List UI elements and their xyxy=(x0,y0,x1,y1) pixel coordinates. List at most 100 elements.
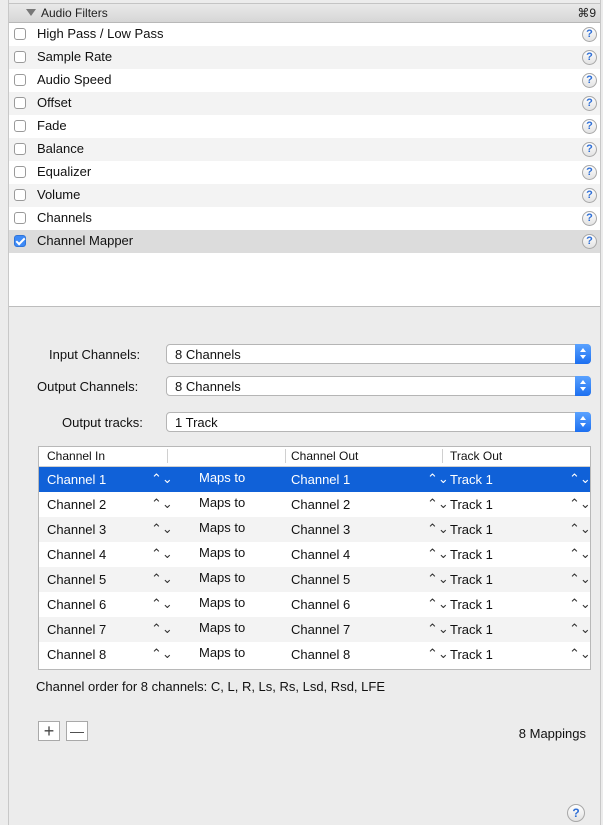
track-out-cell[interactable]: Track 1 xyxy=(450,547,493,562)
channel-out-cell[interactable]: Channel 8 xyxy=(291,647,350,662)
filter-row-channels[interactable]: Channels ? xyxy=(9,207,600,230)
filter-row-volume[interactable]: Volume ? xyxy=(9,184,600,207)
channel-out-cell[interactable]: Channel 7 xyxy=(291,622,350,637)
stepper-icon[interactable]: ⌃⌄ xyxy=(151,596,173,612)
channel-in-cell[interactable]: Channel 1 xyxy=(47,472,106,487)
stepper-icon[interactable]: ⌃⌄ xyxy=(427,646,449,662)
stepper-icon[interactable]: ⌃⌄ xyxy=(569,546,591,562)
stepper-icon[interactable]: ⌃⌄ xyxy=(427,546,449,562)
channel-in-cell[interactable]: Channel 6 xyxy=(47,597,106,612)
checkbox[interactable] xyxy=(14,143,26,155)
stepper-icon[interactable]: ⌃⌄ xyxy=(569,596,591,612)
channel-out-cell[interactable]: Channel 4 xyxy=(291,547,350,562)
stepper-icon[interactable]: ⌃⌄ xyxy=(427,521,449,537)
disclosure-triangle-icon[interactable] xyxy=(26,9,36,16)
help-icon[interactable]: ? xyxy=(567,804,585,822)
table-row[interactable]: Channel 6 ⌃⌄ Maps to Channel 6 ⌃⌄ Track … xyxy=(39,592,591,617)
stepper-icon[interactable]: ⌃⌄ xyxy=(427,621,449,637)
stepper-icon[interactable]: ⌃⌄ xyxy=(427,471,449,487)
checkbox-checked[interactable] xyxy=(14,235,26,247)
stepper-icon[interactable]: ⌃⌄ xyxy=(569,496,591,512)
track-out-cell[interactable]: Track 1 xyxy=(450,622,493,637)
remove-mapping-button[interactable]: — xyxy=(66,721,88,741)
track-out-cell[interactable]: Track 1 xyxy=(450,472,493,487)
checkbox[interactable] xyxy=(14,74,26,86)
stepper-icon[interactable]: ⌃⌄ xyxy=(427,496,449,512)
checkbox[interactable] xyxy=(14,28,26,40)
help-icon[interactable]: ? xyxy=(582,96,597,111)
filter-row-offset[interactable]: Offset ? xyxy=(9,92,600,115)
help-icon[interactable]: ? xyxy=(582,27,597,42)
filter-row-high-pass[interactable]: High Pass / Low Pass ? xyxy=(9,23,600,46)
maps-to-label: Maps to xyxy=(199,545,246,560)
filter-row-fade[interactable]: Fade ? xyxy=(9,115,600,138)
checkbox[interactable] xyxy=(14,120,26,132)
track-out-cell[interactable]: Track 1 xyxy=(450,572,493,587)
checkbox[interactable] xyxy=(14,166,26,178)
table-row[interactable]: Channel 8 ⌃⌄ Maps to Channel 8 ⌃⌄ Track … xyxy=(39,642,591,667)
track-out-cell[interactable]: Track 1 xyxy=(450,522,493,537)
channel-out-cell[interactable]: Channel 2 xyxy=(291,497,350,512)
stepper-icon[interactable]: ⌃⌄ xyxy=(151,621,173,637)
stepper-icon[interactable]: ⌃⌄ xyxy=(569,646,591,662)
output-channels-popup[interactable]: 8 Channels xyxy=(166,376,591,396)
table-row[interactable]: Channel 4 ⌃⌄ Maps to Channel 4 ⌃⌄ Track … xyxy=(39,542,591,567)
help-icon[interactable]: ? xyxy=(582,73,597,88)
stepper-icon[interactable]: ⌃⌄ xyxy=(569,521,591,537)
help-icon[interactable]: ? xyxy=(582,165,597,180)
track-out-cell[interactable]: Track 1 xyxy=(450,497,493,512)
filter-row-audio-speed[interactable]: Audio Speed ? xyxy=(9,69,600,92)
filter-row-equalizer[interactable]: Equalizer ? xyxy=(9,161,600,184)
stepper-icon[interactable]: ⌃⌄ xyxy=(151,521,173,537)
channel-out-cell[interactable]: Channel 5 xyxy=(291,572,350,587)
stepper-icon[interactable]: ⌃⌄ xyxy=(427,596,449,612)
channel-in-cell[interactable]: Channel 4 xyxy=(47,547,106,562)
channel-mapping-table: Channel In Channel Out Track Out Channel… xyxy=(38,446,591,670)
table-row[interactable]: Channel 5 ⌃⌄ Maps to Channel 5 ⌃⌄ Track … xyxy=(39,567,591,592)
table-row[interactable]: Channel 1 ⌃⌄ Maps to Channel 1 ⌃⌄ Track … xyxy=(39,467,591,492)
checkbox[interactable] xyxy=(14,97,26,109)
filter-label: Volume xyxy=(37,187,81,202)
stepper-icon[interactable]: ⌃⌄ xyxy=(427,571,449,587)
output-tracks-popup[interactable]: 1 Track xyxy=(166,412,591,432)
stepper-icon[interactable]: ⌃⌄ xyxy=(151,496,173,512)
channel-in-cell[interactable]: Channel 8 xyxy=(47,647,106,662)
header-channel-in[interactable]: Channel In xyxy=(47,449,105,463)
help-icon[interactable]: ? xyxy=(582,188,597,203)
track-out-cell[interactable]: Track 1 xyxy=(450,597,493,612)
add-mapping-button[interactable]: + xyxy=(38,721,60,741)
section-header[interactable]: Audio Filters ⌘9 xyxy=(9,3,600,23)
header-track-out[interactable]: Track Out xyxy=(450,449,502,463)
table-row[interactable]: Channel 7 ⌃⌄ Maps to Channel 7 ⌃⌄ Track … xyxy=(39,617,591,642)
stepper-icon[interactable]: ⌃⌄ xyxy=(569,621,591,637)
channel-in-cell[interactable]: Channel 2 xyxy=(47,497,106,512)
stepper-icon[interactable]: ⌃⌄ xyxy=(151,471,173,487)
channel-in-cell[interactable]: Channel 7 xyxy=(47,622,106,637)
checkbox[interactable] xyxy=(14,189,26,201)
stepper-icon[interactable]: ⌃⌄ xyxy=(151,646,173,662)
header-channel-out[interactable]: Channel Out xyxy=(291,449,358,463)
filter-row-balance[interactable]: Balance ? xyxy=(9,138,600,161)
help-icon[interactable]: ? xyxy=(582,119,597,134)
channel-in-cell[interactable]: Channel 5 xyxy=(47,572,106,587)
channel-in-cell[interactable]: Channel 3 xyxy=(47,522,106,537)
checkbox[interactable] xyxy=(14,212,26,224)
checkbox[interactable] xyxy=(14,51,26,63)
track-out-cell[interactable]: Track 1 xyxy=(450,647,493,662)
help-icon[interactable]: ? xyxy=(582,211,597,226)
stepper-icon[interactable]: ⌃⌄ xyxy=(569,571,591,587)
table-row[interactable]: Channel 3 ⌃⌄ Maps to Channel 3 ⌃⌄ Track … xyxy=(39,517,591,542)
help-icon[interactable]: ? xyxy=(582,142,597,157)
channel-out-cell[interactable]: Channel 1 xyxy=(291,472,350,487)
help-icon[interactable]: ? xyxy=(582,234,597,249)
help-icon[interactable]: ? xyxy=(582,50,597,65)
stepper-icon[interactable]: ⌃⌄ xyxy=(151,571,173,587)
stepper-icon[interactable]: ⌃⌄ xyxy=(151,546,173,562)
filter-row-sample-rate[interactable]: Sample Rate ? xyxy=(9,46,600,69)
filter-row-channel-mapper[interactable]: Channel Mapper ? xyxy=(9,230,600,253)
channel-out-cell[interactable]: Channel 6 xyxy=(291,597,350,612)
table-row[interactable]: Channel 2 ⌃⌄ Maps to Channel 2 ⌃⌄ Track … xyxy=(39,492,591,517)
input-channels-popup[interactable]: 8 Channels xyxy=(166,344,591,364)
stepper-icon[interactable]: ⌃⌄ xyxy=(569,471,591,487)
channel-out-cell[interactable]: Channel 3 xyxy=(291,522,350,537)
